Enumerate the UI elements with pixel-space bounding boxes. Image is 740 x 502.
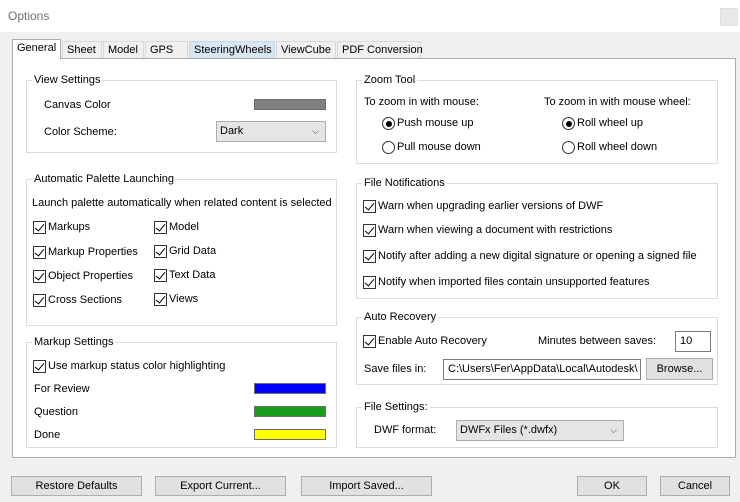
browse-button[interactable]: Browse... [646,358,713,380]
warn-restrictions-label: Warn when viewing a document with restri… [378,224,613,236]
warn-upgrading-checkbox[interactable] [363,200,376,213]
palette-launching-group: Automatic Palette Launching Launch palet… [26,173,337,326]
restore-defaults-button[interactable]: Restore Defaults [11,476,142,496]
tab-steeringwheels[interactable]: SteeringWheels [189,41,275,59]
tab-viewcube[interactable]: ViewCube [276,41,336,59]
done-label: Done [34,429,61,441]
pull-mouse-down-radio[interactable] [382,141,395,154]
cancel-button[interactable]: Cancel [660,476,730,496]
close-icon[interactable] [720,8,738,26]
markup-highlighting-label: Use markup status color highlighting [48,360,226,372]
file-settings-title: File Settings: [362,401,430,414]
file-settings-group: File Settings: DWF format: DWFx Files (*… [356,401,718,448]
zoom-tool-group: Zoom Tool To zoom in with mouse: To zoom… [356,74,718,164]
markups-checkbox[interactable] [33,221,46,234]
zoom-tool-title: Zoom Tool [362,74,418,87]
model-checkbox[interactable] [154,221,167,234]
object-properties-label: Object Properties [48,270,133,282]
tab-model[interactable]: Model [103,41,144,59]
roll-wheel-down-label: Roll wheel down [577,141,658,153]
roll-wheel-down-radio[interactable] [562,141,575,154]
color-scheme-label: Color Scheme: [44,126,117,138]
markup-properties-label: Markup Properties [48,246,138,258]
canvas-color-swatch[interactable] [254,99,326,110]
notify-unsupported-label: Notify when imported files contain unsup… [378,276,650,288]
object-properties-checkbox[interactable] [33,270,46,283]
tab-pdf-conversion[interactable]: PDF Conversion [337,41,423,59]
question-color-swatch[interactable] [254,406,326,417]
auto-recovery-title: Auto Recovery [362,311,439,324]
save-path-input[interactable]: C:\Users\Fer\AppData\Local\Autodesk\ [443,359,641,380]
roll-wheel-up-radio[interactable] [562,117,575,130]
grid-data-checkbox[interactable] [154,245,167,258]
auto-recovery-group: Auto Recovery Enable Auto Recovery Minut… [356,311,718,385]
minutes-between-saves-label: Minutes between saves: [538,335,657,347]
roll-wheel-up-label: Roll wheel up [577,117,644,129]
chevron-down-icon: ⌵ [610,425,617,435]
minutes-input[interactable]: 10 [675,331,711,352]
zoom-wheel-label: To zoom in with mouse wheel: [544,96,691,108]
enable-auto-recovery-checkbox[interactable] [363,335,376,348]
notify-signature-checkbox[interactable] [363,250,376,263]
color-scheme-value: Dark [220,125,244,137]
palette-launching-title: Automatic Palette Launching [32,173,177,186]
question-label: Question [34,406,79,418]
done-color-swatch[interactable] [254,429,326,440]
model-label: Model [169,221,199,233]
export-current-button[interactable]: Export Current... [155,476,286,496]
push-mouse-up-label: Push mouse up [397,117,474,129]
text-data-checkbox[interactable] [154,269,167,282]
grid-data-label: Grid Data [169,245,217,257]
chevron-down-icon: ⌵ [312,126,319,136]
for-review-label: For Review [34,383,90,395]
save-files-in-label: Save files in: [364,363,427,375]
views-checkbox[interactable] [154,293,167,306]
text-data-label: Text Data [169,269,216,281]
dwf-format-label: DWF format: [374,424,437,436]
pull-mouse-down-label: Pull mouse down [397,141,481,153]
window-title: Options [8,9,50,23]
enable-auto-recovery-label: Enable Auto Recovery [378,335,487,347]
file-notifications-group: File Notifications Warn when upgrading e… [356,177,718,299]
view-settings-group: View Settings Canvas Color Color Scheme:… [26,74,337,153]
dwf-format-dropdown[interactable]: DWFx Files (*.dwfx) ⌵ [456,420,624,441]
import-saved-button[interactable]: Import Saved... [301,476,432,496]
tab-sheet[interactable]: Sheet [62,41,102,59]
general-tab-panel: View Settings Canvas Color Color Scheme:… [12,58,736,458]
notify-unsupported-checkbox[interactable] [363,276,376,289]
canvas-color-label: Canvas Color [44,99,111,111]
markups-label: Markups [48,221,91,233]
title-bar: Options [0,0,740,32]
minutes-value: 10 [680,335,693,347]
markup-highlighting-checkbox[interactable] [33,360,46,373]
cross-sections-checkbox[interactable] [33,294,46,307]
markup-properties-checkbox[interactable] [33,246,46,259]
cross-sections-label: Cross Sections [48,294,122,306]
color-scheme-dropdown[interactable]: Dark ⌵ [216,121,326,142]
zoom-mouse-label: To zoom in with mouse: [364,96,479,108]
views-label: Views [169,293,199,305]
markup-settings-title: Markup Settings [32,336,116,349]
ok-button[interactable]: OK [577,476,647,496]
tab-general[interactable]: General [12,39,61,59]
save-path-value: C:\Users\Fer\AppData\Local\Autodesk\ [448,363,638,375]
warn-restrictions-checkbox[interactable] [363,224,376,237]
dwf-format-value: DWFx Files (*.dwfx) [460,424,558,436]
for-review-color-swatch[interactable] [254,383,326,394]
palette-description: Launch palette automatically when relate… [32,197,332,209]
markup-settings-group: Markup Settings Use markup status color … [26,336,337,448]
file-notifications-title: File Notifications [362,177,447,190]
warn-upgrading-label: Warn when upgrading earlier versions of … [378,200,604,212]
tab-gps[interactable]: GPS [145,41,188,59]
view-settings-title: View Settings [32,74,103,87]
notify-signature-label: Notify after adding a new digital signat… [378,250,697,262]
push-mouse-up-radio[interactable] [382,117,395,130]
